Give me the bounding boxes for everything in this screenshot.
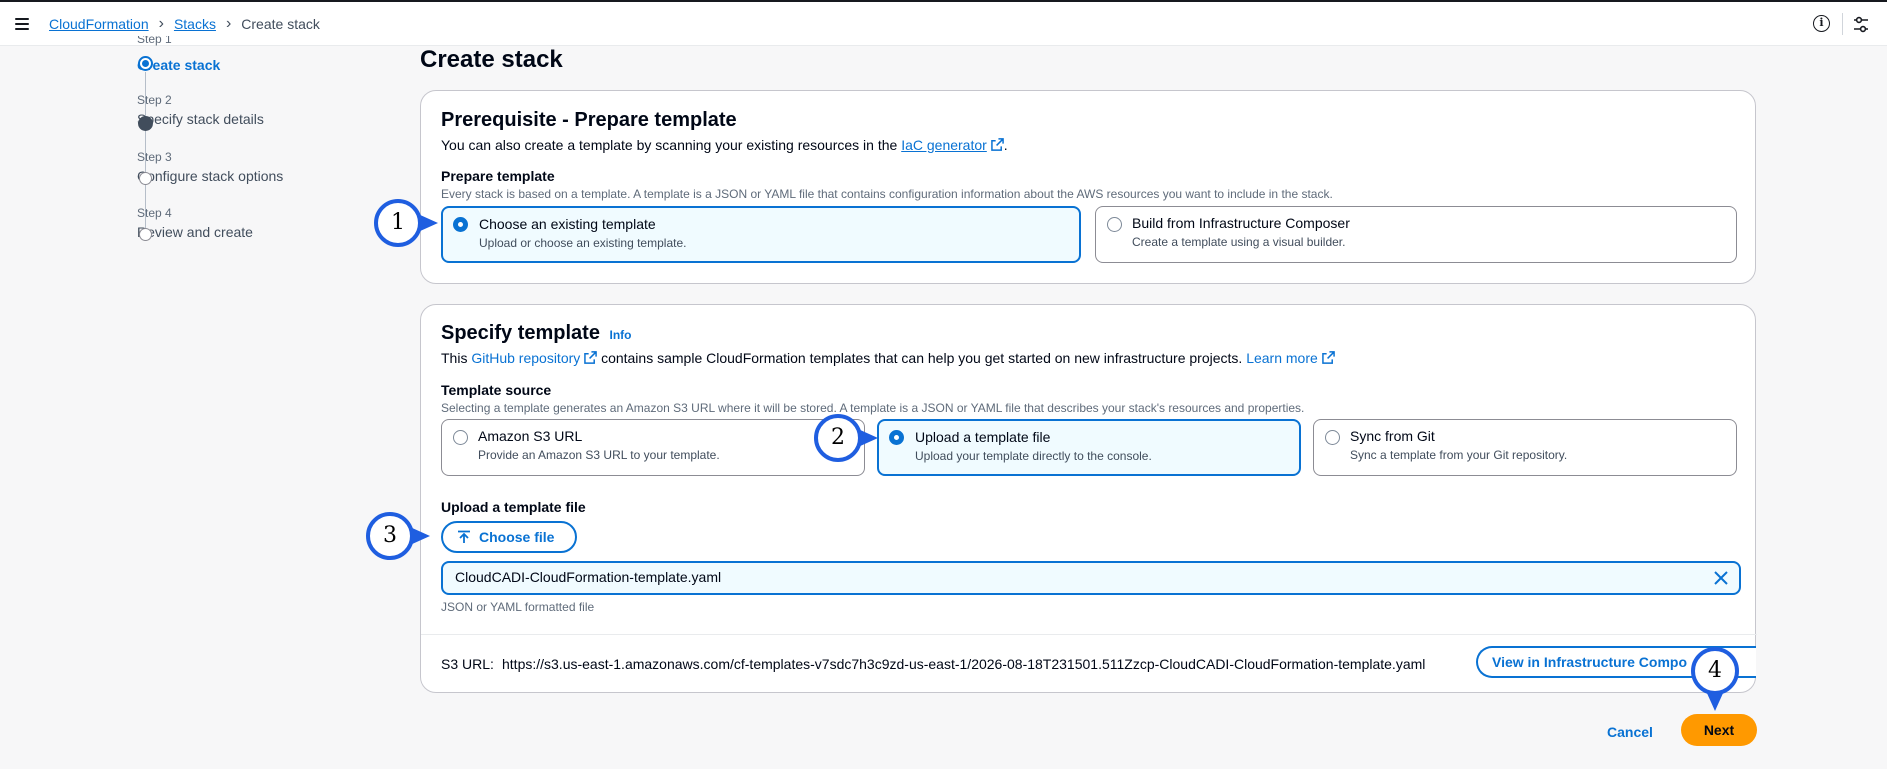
step-current-indicator bbox=[138, 56, 153, 71]
option-sync-from-git[interactable]: Sync from Git Sync a template from your … bbox=[1313, 419, 1737, 476]
step-number: Step 2 bbox=[137, 93, 172, 107]
choose-file-button[interactable]: Choose file bbox=[441, 521, 577, 553]
callout-2: 2 bbox=[814, 414, 862, 462]
view-button-label: View in Infrastructure Compo bbox=[1492, 654, 1687, 670]
callout-arrow-icon bbox=[1706, 691, 1724, 711]
next-button[interactable]: Next bbox=[1681, 714, 1757, 746]
learn-more-link[interactable]: Learn more bbox=[1246, 350, 1318, 366]
option-description: Provide an Amazon S3 URL to your templat… bbox=[478, 448, 720, 462]
clear-icon[interactable] bbox=[1713, 570, 1729, 586]
chevron-right-icon: › bbox=[225, 15, 232, 32]
option-title: Sync from Git bbox=[1350, 428, 1435, 444]
settings-icon[interactable] bbox=[1851, 15, 1871, 35]
option-title: Choose an existing template bbox=[479, 216, 656, 232]
option-choose-existing-template[interactable]: Choose an existing template Upload or ch… bbox=[441, 206, 1081, 263]
divider bbox=[1842, 13, 1843, 35]
description-text: You can also create a template by scanni… bbox=[441, 137, 898, 153]
panel-title-text: Specify template bbox=[441, 322, 600, 344]
field-label: Template source bbox=[441, 382, 552, 398]
s3-url-row: S3 URL: https://s3.us-east-1.amazonaws.c… bbox=[421, 634, 1757, 692]
radio-button-selected[interactable] bbox=[453, 217, 468, 232]
menu-icon[interactable] bbox=[15, 18, 29, 30]
callout-arrow-icon bbox=[418, 214, 438, 232]
specify-template-panel: Specify template Info This GitHub reposi… bbox=[420, 304, 1757, 693]
upload-icon bbox=[458, 530, 470, 543]
panel-description: This GitHub repository contains sample C… bbox=[441, 350, 1335, 366]
option-description: Sync a template from your Git repository… bbox=[1350, 448, 1568, 462]
option-title: Amazon S3 URL bbox=[478, 428, 583, 444]
field-help: Every stack is based on a template. A te… bbox=[441, 187, 1333, 201]
description-text: contains sample CloudFormation templates… bbox=[601, 350, 1243, 366]
option-amazon-s3-url[interactable]: Amazon S3 URL Provide an Amazon S3 URL t… bbox=[441, 419, 865, 476]
step-title: Review and create bbox=[137, 224, 253, 240]
option-title: Build from Infrastructure Composer bbox=[1132, 215, 1350, 231]
callout-3: 3 bbox=[366, 512, 414, 560]
option-description: Create a template using a visual builder… bbox=[1132, 235, 1346, 249]
prerequisite-panel: Prerequisite - Prepare template You can … bbox=[420, 90, 1756, 284]
option-upload-template-file[interactable]: Upload a template file Upload your templ… bbox=[877, 419, 1301, 476]
s3-url-value: https://s3.us-east-1.amazonaws.com/cf-te… bbox=[502, 656, 1426, 672]
step-number: Step 4 bbox=[137, 206, 172, 220]
breadcrumb-stacks[interactable]: Stacks bbox=[174, 16, 216, 32]
option-description: Upload your template directly to the con… bbox=[915, 449, 1152, 463]
step-pending-indicator bbox=[139, 228, 152, 241]
callout-1: 1 bbox=[374, 199, 422, 247]
github-repository-link[interactable]: GitHub repository bbox=[471, 350, 580, 366]
description-text: This bbox=[441, 350, 468, 366]
top-navigation: CloudFormation › Stacks › Create stack i bbox=[0, 0, 1887, 46]
field-help: Selecting a template generates an Amazon… bbox=[441, 401, 1305, 415]
external-link-icon bbox=[584, 351, 597, 364]
step-title: Configure stack options bbox=[137, 168, 284, 184]
choose-file-label: Choose file bbox=[479, 529, 555, 545]
page-title: Create stack bbox=[420, 46, 563, 73]
info-link[interactable]: Info bbox=[610, 328, 632, 342]
external-link-icon bbox=[1321, 351, 1335, 364]
step-number: Step 3 bbox=[137, 150, 172, 164]
step-visited-indicator bbox=[138, 116, 153, 131]
breadcrumb: CloudFormation › Stacks › Create stack bbox=[49, 15, 320, 33]
field-help: JSON or YAML formatted file bbox=[441, 600, 595, 614]
step-2: Step 2 Specify stack details bbox=[137, 93, 264, 127]
callout-arrow-icon bbox=[410, 527, 430, 545]
panel-description: You can also create a template by scanni… bbox=[441, 137, 1008, 153]
callout-4: 4 bbox=[1691, 647, 1739, 695]
step-4: Step 4 Review and create bbox=[137, 206, 253, 240]
option-build-from-composer[interactable]: Build from Infrastructure Composer Creat… bbox=[1095, 206, 1737, 263]
panel-title: Specify template Info bbox=[441, 322, 632, 345]
step-number: Step 1 bbox=[137, 36, 172, 46]
field-label: Prepare template bbox=[441, 168, 555, 184]
breadcrumb-current: Create stack bbox=[241, 16, 320, 32]
info-circle-icon[interactable]: i bbox=[1813, 15, 1830, 32]
file-name: CloudCADI-CloudFormation-template.yaml bbox=[455, 569, 722, 585]
chevron-right-icon: › bbox=[158, 15, 164, 32]
radio-button[interactable] bbox=[1107, 217, 1122, 232]
radio-button[interactable] bbox=[1325, 430, 1340, 445]
step-pending-indicator bbox=[139, 172, 152, 185]
description-suffix: . bbox=[1003, 137, 1008, 153]
panel-title: Prerequisite - Prepare template bbox=[441, 109, 737, 131]
option-description: Upload or choose an existing template. bbox=[479, 236, 687, 250]
external-link-icon bbox=[990, 138, 1004, 151]
step-3: Step 3 Configure stack options bbox=[137, 150, 283, 184]
iac-generator-link[interactable]: IaC generator bbox=[901, 137, 987, 153]
s3-url-label: S3 URL: bbox=[441, 656, 494, 672]
radio-button-selected[interactable] bbox=[889, 430, 904, 445]
callout-arrow-icon bbox=[858, 429, 878, 447]
field-label: Upload a template file bbox=[441, 499, 586, 515]
radio-button[interactable] bbox=[453, 430, 468, 445]
breadcrumb-cloudformation[interactable]: CloudFormation bbox=[49, 16, 149, 32]
step-title: Specify stack details bbox=[137, 111, 264, 127]
option-title: Upload a template file bbox=[915, 429, 1051, 445]
selected-file-field[interactable]: CloudCADI-CloudFormation-template.yaml bbox=[441, 561, 1741, 595]
cancel-button[interactable]: Cancel bbox=[1607, 724, 1653, 740]
